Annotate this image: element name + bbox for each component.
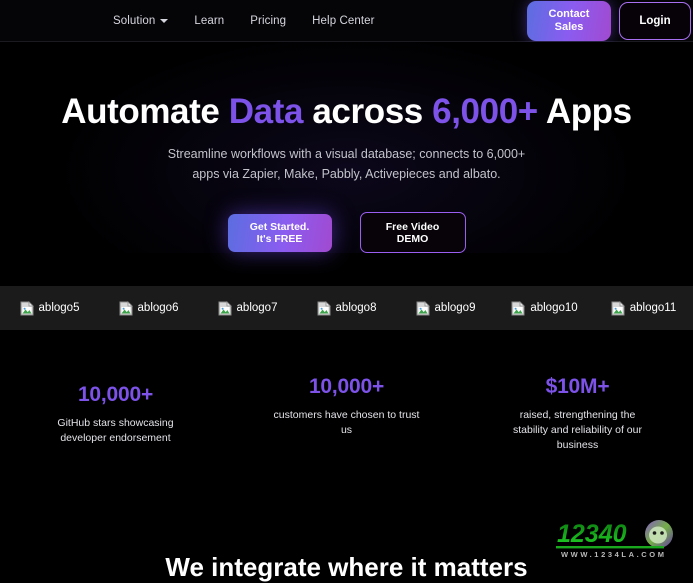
- nav-links-group: Solution Learn Pricing Help Center: [113, 15, 375, 27]
- headline-part3: Apps: [537, 92, 632, 131]
- stat-description: GitHub stars showcasing developer endors…: [57, 417, 174, 444]
- logo-alt-text: ablogo9: [434, 302, 476, 314]
- hero-cta-row: Get Started. It's FREE Free Video DEMO: [0, 212, 693, 253]
- broken-image-icon: [416, 300, 431, 316]
- headline-accent-count: 6,000+: [432, 92, 538, 131]
- stat-item-github-stars: 10,000+ GitHub stars showcasing develope…: [0, 375, 231, 453]
- hero-section: Automate Data across 6,000+ Apps Streaml…: [0, 42, 693, 253]
- logo-alt-text: ablogo11: [629, 302, 677, 314]
- list-item: ablogo10: [495, 300, 594, 316]
- headline-part2: across: [303, 92, 433, 131]
- list-item: ablogo9: [396, 300, 495, 316]
- nav-item-help-center[interactable]: Help Center: [312, 15, 374, 27]
- list-item: ablogo6: [99, 300, 198, 316]
- stat-item-customers: 10,000+ customers have chosen to trust u…: [231, 375, 462, 453]
- login-button[interactable]: Login: [619, 2, 691, 40]
- broken-image-icon: [511, 300, 526, 316]
- logo-alt-text: ablogo8: [335, 302, 377, 314]
- contact-sales-button[interactable]: Contact Sales: [527, 1, 611, 41]
- partner-logo-strip: ablogo5 ablogo6 ablogo7 ablogo8 ablogo9 …: [0, 286, 693, 330]
- stat-value: $10M+: [545, 375, 610, 398]
- stat-value: 10,000+: [77, 383, 154, 406]
- get-started-line1: Get Started.: [249, 220, 310, 233]
- nav-item-pricing[interactable]: Pricing: [250, 15, 286, 27]
- nav-item-solution[interactable]: Solution: [113, 14, 169, 27]
- broken-image-icon: [119, 300, 134, 316]
- hero-subheading-line1: Streamline workflows with a visual datab…: [167, 147, 526, 161]
- free-video-demo-line1: Free Video: [385, 220, 440, 233]
- page-title: Automate Data across 6,000+ Apps: [0, 92, 693, 132]
- contact-sales-label: Contact Sales: [549, 8, 590, 34]
- free-video-demo-label: Free Video DEMO: [386, 221, 440, 245]
- broken-image-icon: [20, 300, 35, 316]
- free-video-demo-line2: DEMO: [396, 232, 429, 245]
- nav-item-pricing-label: Pricing: [250, 14, 287, 27]
- hero-subheading: Streamline workflows with a visual datab…: [147, 144, 547, 184]
- headline-part1: Automate: [61, 92, 229, 131]
- nav-item-learn-label: Learn: [194, 14, 225, 27]
- broken-image-icon: [317, 300, 332, 316]
- get-started-label: Get Started. It's FREE: [250, 221, 310, 245]
- nav-actions-group: Contact Sales Login: [527, 0, 693, 42]
- top-navigation-bar: Solution Learn Pricing Help Center Conta…: [0, 0, 693, 42]
- contact-sales-line1: Contact: [548, 8, 590, 20]
- hero-subheading-line2: apps via Zapier, Make, Pabbly, Activepie…: [192, 167, 501, 181]
- stat-value: 10,000+: [308, 375, 385, 398]
- stats-section: 10,000+ GitHub stars showcasing develope…: [0, 330, 693, 453]
- stat-item-funding: $10M+ raised, strengthening the stabilit…: [462, 375, 693, 453]
- list-item: ablogo11: [594, 300, 693, 316]
- chevron-down-icon: [160, 19, 169, 23]
- nav-item-solution-label: Solution: [113, 14, 156, 27]
- stat-description: customers have chosen to trust us: [273, 409, 420, 436]
- free-video-demo-button[interactable]: Free Video DEMO: [359, 212, 466, 253]
- get-started-line2: It's FREE: [256, 232, 303, 245]
- logo-alt-text: ablogo6: [137, 302, 179, 314]
- svg-text:12340: 12340: [557, 520, 627, 548]
- get-started-button[interactable]: Get Started. It's FREE: [227, 213, 332, 252]
- logo-alt-text: ablogo5: [38, 302, 80, 314]
- stat-description: raised, strengthening the stability and …: [513, 409, 642, 451]
- list-item: ablogo5: [0, 300, 99, 316]
- logo-alt-text: ablogo10: [530, 302, 578, 314]
- nav-item-help-center-label: Help Center: [312, 14, 375, 27]
- broken-image-icon: [611, 300, 626, 316]
- contact-sales-line2: Sales: [554, 21, 584, 33]
- list-item: ablogo7: [198, 300, 297, 316]
- list-item: ablogo8: [297, 300, 396, 316]
- headline-accent-data: Data: [228, 92, 304, 131]
- logo-alt-text: ablogo7: [236, 302, 278, 314]
- nav-item-learn[interactable]: Learn: [194, 15, 224, 27]
- broken-image-icon: [218, 300, 233, 316]
